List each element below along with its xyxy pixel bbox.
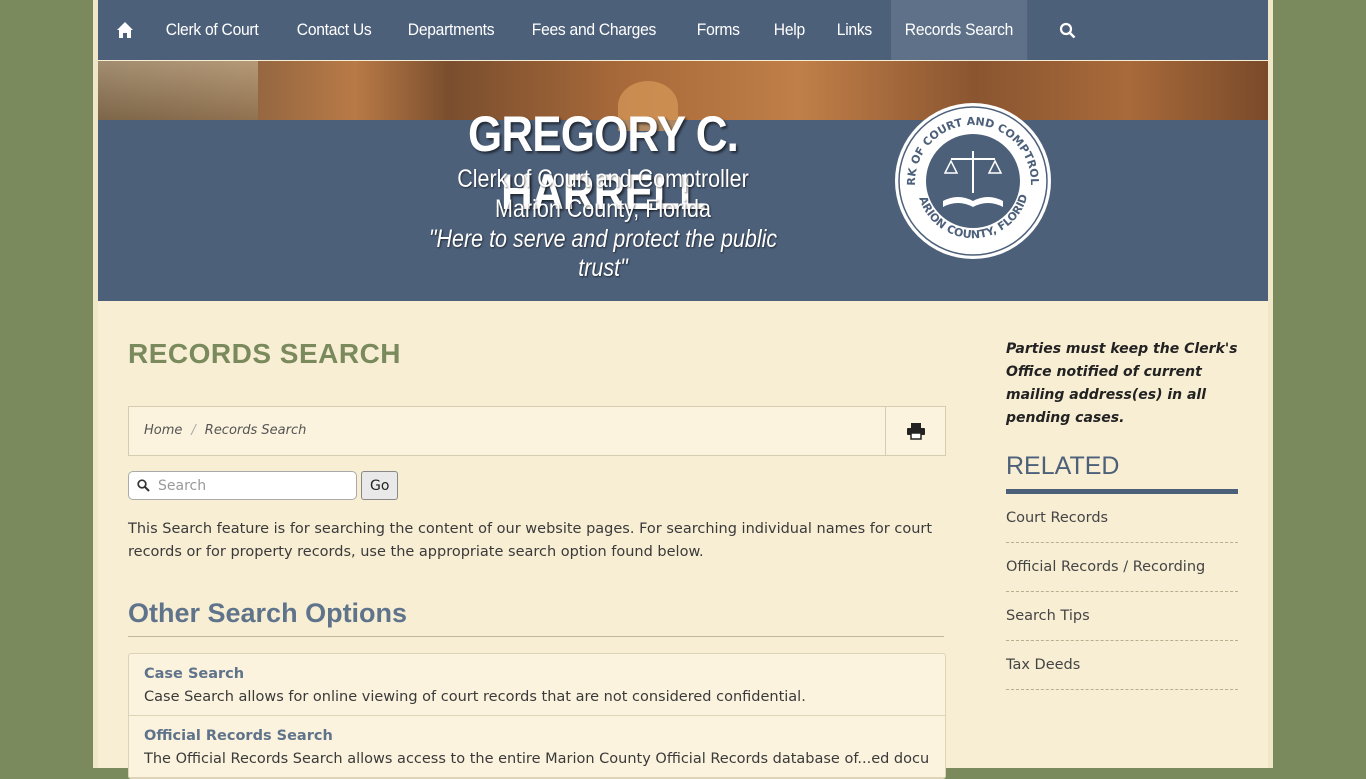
search-input[interactable]	[156, 476, 350, 495]
related-court-records[interactable]: Court Records	[1006, 494, 1238, 543]
magnifier-icon	[137, 479, 150, 492]
clerk-title: Clerk of Court and Comptroller	[457, 165, 749, 193]
related-tax-deeds[interactable]: Tax Deeds	[1006, 641, 1238, 690]
option-description: Case Search allows for online viewing of…	[144, 689, 806, 705]
list-item: Official Records Search The Official Rec…	[129, 716, 945, 778]
list-item: Case Search Case Search allows for onlin…	[129, 654, 945, 716]
breadcrumb-current: Records Search	[204, 423, 307, 438]
case-search-link[interactable]: Case Search	[144, 666, 930, 682]
option-description: The Official Records Search allows acces…	[144, 751, 930, 767]
print-button[interactable]	[885, 407, 945, 455]
breadcrumb-home[interactable]: Home	[144, 423, 182, 438]
nav-help[interactable]: Help	[760, 0, 819, 60]
nav-departments[interactable]: Departments	[394, 0, 508, 60]
official-records-search-link[interactable]: Official Records Search	[144, 728, 930, 744]
nav-fees-and-charges[interactable]: Fees and Charges	[518, 0, 670, 60]
nav-contact-us[interactable]: Contact Us	[283, 0, 385, 60]
nav-clerk-of-court[interactable]: Clerk of Court	[152, 0, 272, 60]
page-title: RECORDS SEARCH	[128, 338, 402, 369]
county-name: Marion County, Florida	[495, 195, 711, 223]
breadcrumb-bar: Home / Records Search	[128, 406, 946, 456]
sidebar: Parties must keep the Clerk's Office not…	[1006, 338, 1238, 690]
motto: "Here to serve and protect the public tr…	[428, 225, 778, 282]
other-search-heading: Other Search Options	[128, 598, 944, 637]
nav-records-search[interactable]: Records Search	[891, 0, 1028, 60]
page-frame: Clerk of Court Contact Us Departments Fe…	[98, 0, 1268, 779]
nav-forms[interactable]: Forms	[683, 0, 754, 60]
printer-icon	[906, 423, 925, 440]
related-search-tips[interactable]: Search Tips	[1006, 592, 1238, 641]
intro-text: This Search feature is for searching the…	[128, 521, 933, 560]
header-banner: GREGORY C. HARRELL Clerk of Court and Co…	[98, 61, 1268, 301]
related-official-records[interactable]: Official Records / Recording	[1006, 543, 1238, 592]
search-options-list: Case Search Case Search allows for onlin…	[128, 653, 946, 779]
breadcrumb: Home / Records Search	[144, 423, 307, 438]
search-icon[interactable]	[1039, 0, 1096, 60]
main-nav: Clerk of Court Contact Us Departments Fe…	[98, 0, 1268, 60]
related-heading: RELATED	[1006, 452, 1238, 494]
site-wrapper: Clerk of Court Contact Us Departments Fe…	[93, 0, 1273, 779]
mailing-notice: Parties must keep the Clerk's Office not…	[1006, 341, 1238, 426]
clerk-seal-logo: CLERK OF COURT AND COMPTROLLER MARION CO…	[893, 101, 1051, 259]
search-field[interactable]	[128, 471, 357, 500]
home-icon[interactable]	[98, 0, 152, 60]
nav-links[interactable]: Links	[823, 0, 886, 60]
site-search: Go	[128, 471, 399, 500]
go-button[interactable]: Go	[361, 471, 399, 500]
